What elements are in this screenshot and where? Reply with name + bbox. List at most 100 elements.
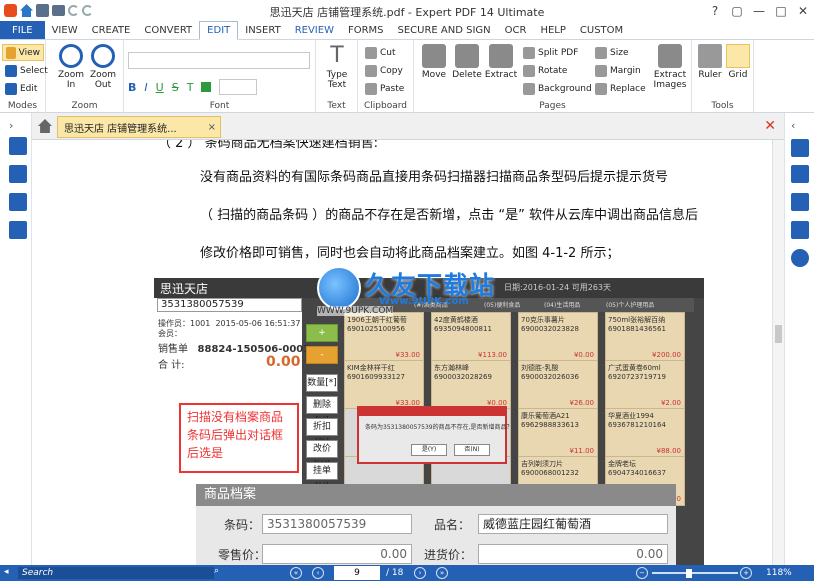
document-tab[interactable]: 思迅天店 店铺管理系统... × [57, 116, 221, 138]
background-button[interactable]: Background [520, 80, 595, 97]
edit-mode-button[interactable]: Edit [2, 80, 40, 97]
copy-button[interactable]: Copy [362, 62, 406, 79]
close-icon[interactable]: ✕ [792, 0, 814, 21]
help-icon[interactable]: ? [704, 0, 726, 21]
tab-custom[interactable]: CUSTOM [573, 21, 630, 39]
zoom-in-button[interactable]: Zoom In [56, 44, 86, 90]
undo-icon[interactable] [68, 5, 79, 16]
chevron-right-icon[interactable]: › [9, 119, 19, 132]
page-line-2: 没有商品资料的有国际条码商品直接用条码扫描器扫描商品条型码后提示提示货号 [200, 170, 669, 185]
layers-icon[interactable] [9, 193, 27, 211]
rotate-button[interactable]: Rotate [520, 62, 570, 79]
pencil-icon [5, 82, 17, 95]
zoom-out-button[interactable]: Zoom Out [88, 44, 118, 90]
strike-button[interactable]: S [172, 81, 179, 94]
size-button[interactable]: Size [592, 44, 631, 61]
tab-create[interactable]: CREATE [85, 21, 138, 39]
ruler-button[interactable]: Ruler [696, 44, 724, 80]
product-cell: 刘德胜-乳酸 6900032026036 ¥26.00 [518, 360, 598, 410]
minimize-icon[interactable]: — [748, 0, 770, 21]
maximize-icon[interactable]: □ [770, 0, 792, 21]
title-bar: 思迅天店 店铺管理系统.pdf - Expert PDF 14 Ultimate… [0, 0, 814, 21]
margin-icon [595, 64, 607, 77]
scissors-icon [365, 46, 377, 59]
split-icon [523, 46, 535, 59]
split-pdf-button[interactable]: Split PDF [520, 44, 581, 61]
zoom-level: 118% [766, 568, 792, 578]
grid-icon [726, 44, 750, 68]
pages-panel-icon[interactable] [9, 137, 27, 155]
tab-file[interactable]: FILE [0, 21, 45, 39]
grid-button[interactable]: Grid [724, 44, 752, 80]
delete-page-button[interactable]: Delete [450, 44, 484, 80]
attachment-icon[interactable] [791, 221, 809, 239]
view-mode-button[interactable]: View [2, 44, 44, 61]
tab-convert[interactable]: CONVERT [137, 21, 199, 39]
bold-button[interactable]: B [128, 81, 136, 94]
product-cell: 42度黄鹤楼酒 6935094800811 ¥113.00 [431, 312, 511, 362]
font-family-select[interactable] [128, 52, 310, 69]
annotation-callout: 扫描没有档案商品条码后弹出对话框后选是 [179, 403, 299, 473]
select-mode-button[interactable]: Select [2, 62, 51, 79]
tab-forms[interactable]: FORMS [341, 21, 391, 39]
type-text-button[interactable]: T Type Text [322, 44, 352, 91]
certificate-icon[interactable] [791, 249, 809, 267]
move-page-button[interactable]: Move [418, 44, 450, 80]
zoom-slider-knob[interactable] [686, 569, 692, 578]
redo-icon[interactable] [82, 5, 93, 16]
zoom-in-icon [59, 44, 83, 68]
zoom-slider[interactable] [652, 572, 738, 574]
underline-button[interactable]: U [156, 81, 164, 94]
home-tab-icon[interactable] [38, 119, 52, 133]
zoom-in-status-icon[interactable]: + [740, 567, 752, 579]
replace-button[interactable]: Replace [592, 80, 649, 97]
tab-close-icon[interactable]: × [208, 122, 216, 133]
print-icon[interactable] [52, 5, 65, 16]
status-arrow-icon[interactable]: ◂ [4, 567, 9, 577]
next-page-icon[interactable]: › [414, 567, 426, 579]
search-icon[interactable]: ⌕ [214, 566, 219, 576]
home-icon[interactable] [20, 4, 33, 17]
paste-button[interactable]: Paste [362, 80, 407, 97]
find-icon[interactable] [791, 165, 809, 183]
tab-review[interactable]: REVIEW [288, 21, 341, 39]
cut-button[interactable]: Cut [362, 44, 399, 61]
chevron-left-icon[interactable]: ‹ [791, 119, 801, 132]
bookmarks-icon[interactable] [9, 165, 27, 183]
ribbon-tabs: FILE VIEW CREATE CONVERT EDIT INSERT REV… [0, 21, 814, 40]
group-clipboard: Cut Copy Paste Clipboard [358, 40, 414, 113]
close-document-icon[interactable]: ✕ [764, 118, 776, 134]
color-swatch-icon[interactable] [201, 82, 212, 92]
tab-insert[interactable]: INSERT [238, 21, 287, 39]
zoom-out-icon [91, 44, 115, 68]
pdf-page[interactable]: （ 2 ） 条码商品无档案快速建档销售: 没有商品资料的有国际条码商品直接用条码… [32, 140, 772, 565]
extract-page-button[interactable]: Extract [484, 44, 518, 80]
group-zoom: Zoom In Zoom Out Zoom [46, 40, 124, 113]
search-input[interactable]: Search [18, 567, 214, 579]
zoom-out-status-icon[interactable]: − [636, 567, 648, 579]
tab-ocr[interactable]: OCR [498, 21, 534, 39]
extract-images-button[interactable]: Extract Images [652, 44, 688, 90]
italic-button[interactable]: I [144, 81, 147, 94]
scroll-thumb[interactable] [775, 325, 782, 343]
comments-icon[interactable] [791, 193, 809, 211]
tab-secure-sign[interactable]: SECURE AND SIGN [391, 21, 498, 39]
links-icon[interactable] [9, 221, 27, 239]
first-page-icon[interactable]: « [290, 567, 302, 579]
restore-icon[interactable]: ▢ [726, 0, 748, 21]
prev-page-icon[interactable]: ‹ [312, 567, 324, 579]
tab-help[interactable]: HELP [533, 21, 572, 39]
margin-button[interactable]: Margin [592, 62, 644, 79]
page-number-input[interactable]: 9 [334, 566, 380, 580]
save-icon[interactable] [36, 4, 49, 17]
product-cell: 广式蛋黄卷60ml 6920723719719 ¥2.00 [605, 360, 685, 410]
last-page-icon[interactable]: » [436, 567, 448, 579]
tools-icon[interactable] [791, 139, 809, 157]
tab-edit[interactable]: EDIT [199, 21, 239, 40]
ribbon: View Select Edit Modes Zoom In Zoom Out … [0, 40, 814, 113]
pos-brand: 思迅天店 [160, 282, 209, 296]
vertical-scrollbar[interactable] [772, 140, 784, 565]
tab-view[interactable]: VIEW [45, 21, 85, 39]
text-color-button[interactable]: T [187, 81, 194, 94]
font-size-select[interactable] [219, 79, 258, 95]
